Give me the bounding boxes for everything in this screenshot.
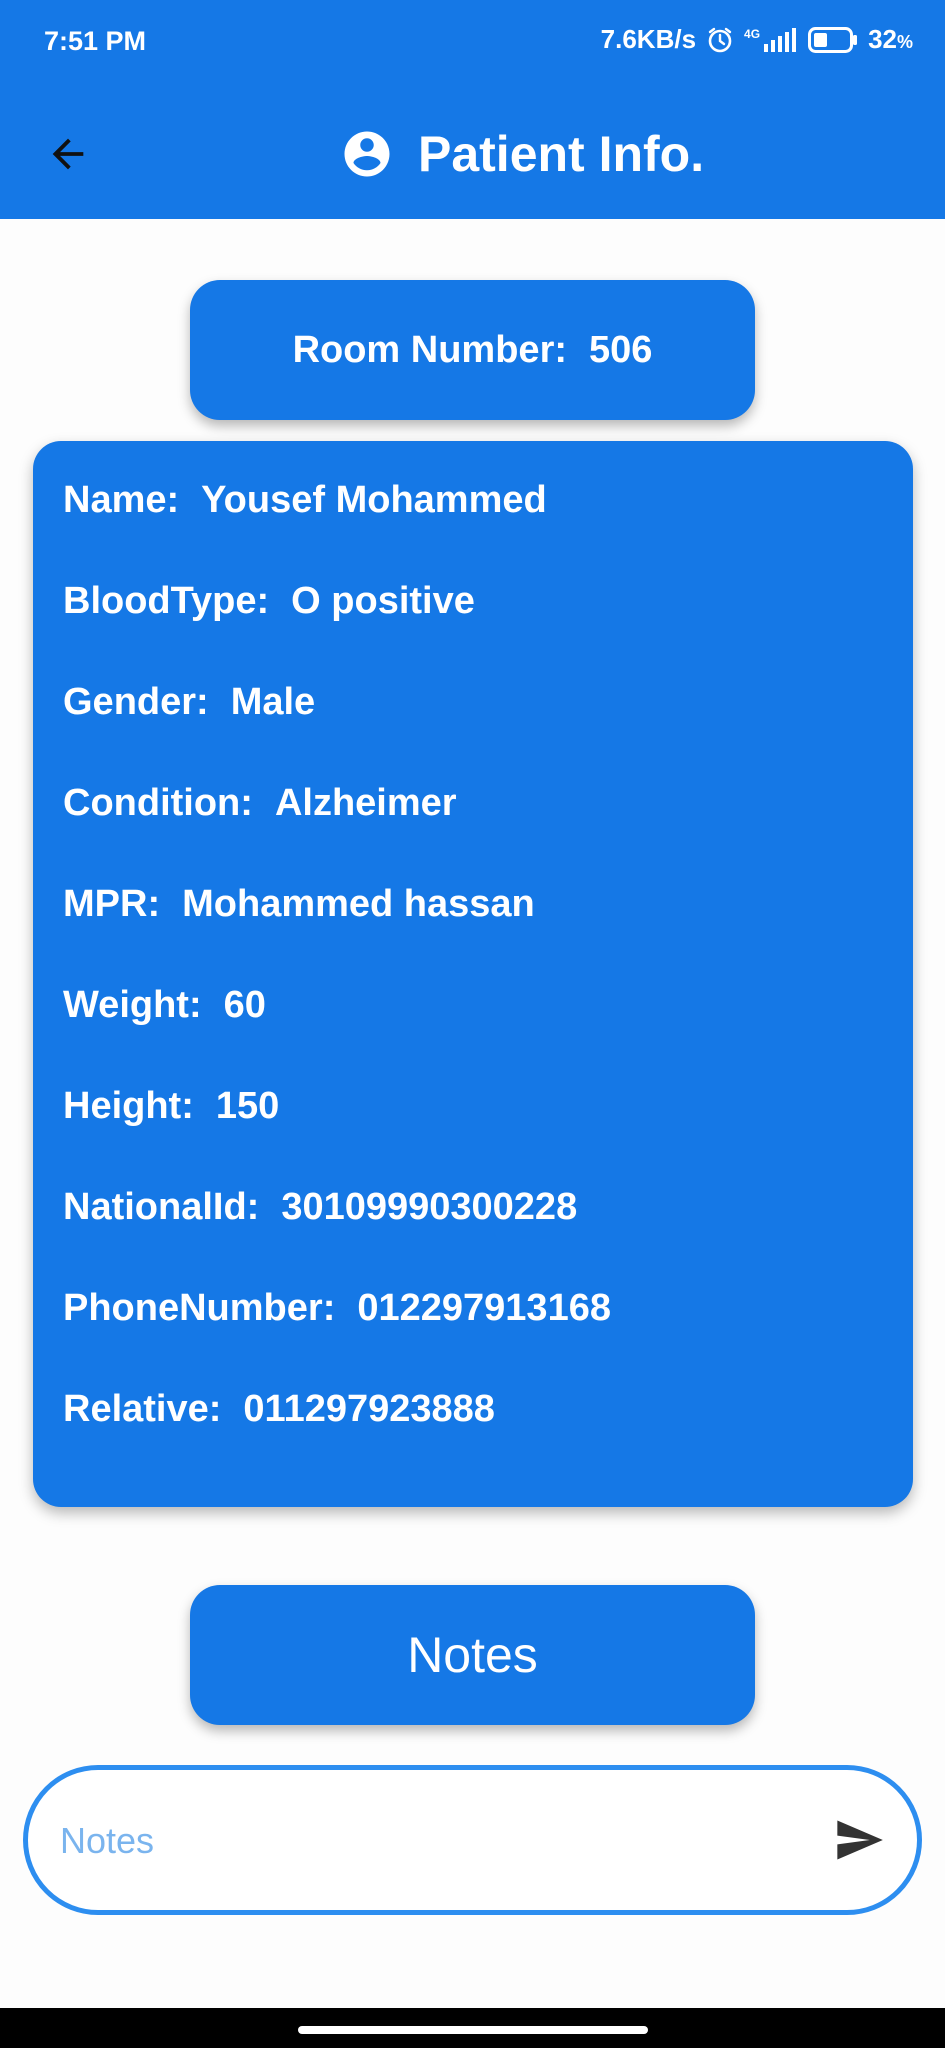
- info-row-mpr: MPR: Mohammed hassan: [63, 883, 535, 926]
- room-number-value: 506: [589, 328, 653, 371]
- patient-info-card: Name: Yousef Mohammed BloodType: O positiv…: [33, 441, 913, 1507]
- page-title: Patient Info.: [418, 126, 705, 182]
- info-row-blood-type: BloodType: O positive: [63, 580, 475, 623]
- notes-input[interactable]: [58, 1800, 822, 1882]
- app-bar: Patient Info.: [0, 86, 945, 219]
- info-label: Name:: [63, 479, 180, 521]
- battery-level: 32%: [868, 24, 913, 54]
- back-button[interactable]: [36, 122, 100, 186]
- info-row-condition: Condition: Alzheimer: [63, 782, 457, 825]
- network-type: 4G: [744, 26, 761, 41]
- info-label: Relative:: [63, 1388, 222, 1430]
- battery-icon: [808, 26, 858, 53]
- info-value: 011297923888: [243, 1388, 495, 1430]
- notes-button[interactable]: Notes: [190, 1585, 755, 1725]
- info-value: 60: [223, 984, 266, 1026]
- home-gesture-handle[interactable]: [298, 2026, 648, 2034]
- system-nav-bar: [0, 2008, 945, 2048]
- info-row-phone-number: PhoneNumber: 012297913168: [63, 1287, 611, 1330]
- info-value: Alzheimer: [274, 782, 457, 824]
- info-row-weight: Weight: 60: [63, 984, 266, 1027]
- info-label: Height:: [63, 1085, 194, 1127]
- signal-icon: 4G: [744, 26, 798, 52]
- status-bar: 7:51 PM 7.6KB/s 4G 32%: [0, 0, 945, 86]
- room-number-label: Room Number:: [292, 328, 568, 371]
- info-row-gender: Gender: Male: [63, 681, 315, 724]
- info-row-name: Name: Yousef Mohammed: [63, 479, 547, 522]
- account-circle-icon: [344, 131, 390, 177]
- info-label: Condition:: [63, 782, 253, 824]
- status-indicators: 7.6KB/s 4G 32%: [601, 24, 913, 55]
- info-value: 150: [215, 1085, 280, 1127]
- app-bar-title-group: Patient Info.: [340, 122, 704, 186]
- network-speed: 7.6KB/s: [600, 24, 697, 54]
- info-label: NationalId:: [63, 1186, 260, 1228]
- info-row-height: Height: 150: [63, 1085, 279, 1128]
- info-value: Mohammed hassan: [182, 883, 535, 925]
- info-value: 30109990300228: [281, 1186, 578, 1228]
- info-row-relative: Relative: 011297923888: [63, 1388, 495, 1431]
- room-number-card: Room Number: 506: [190, 280, 755, 420]
- info-value: 012297913168: [357, 1287, 611, 1329]
- alarm-icon: [706, 26, 734, 54]
- info-label: Gender:: [63, 681, 209, 723]
- send-icon: [837, 1820, 883, 1860]
- status-time: 7:51 PM: [44, 26, 147, 56]
- info-label: MPR:: [63, 883, 161, 925]
- notes-input-container: [23, 1765, 922, 1915]
- arrow-left-icon: [52, 138, 84, 170]
- info-value: Yousef Mohammed: [201, 479, 547, 521]
- info-label: Weight:: [63, 984, 202, 1026]
- info-value: O positive: [291, 580, 475, 622]
- info-value: Male: [230, 681, 316, 723]
- send-button[interactable]: [827, 1808, 891, 1872]
- info-row-national-id: NationalId: 30109990300228: [63, 1186, 577, 1229]
- info-label: BloodType:: [63, 580, 270, 622]
- info-label: PhoneNumber:: [63, 1287, 336, 1329]
